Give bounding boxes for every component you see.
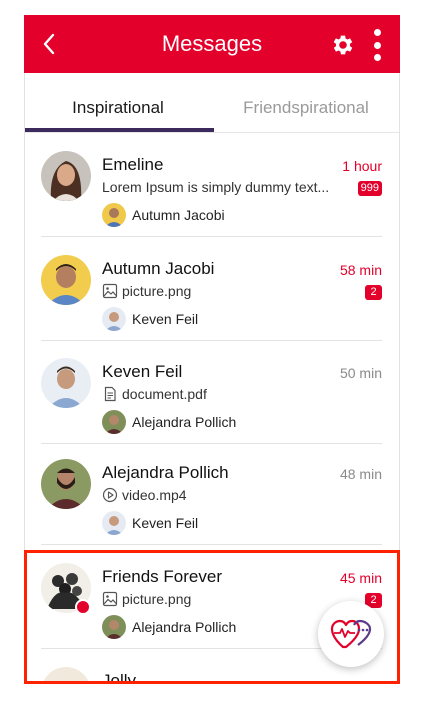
app-screen: Messages Inspirational Friendspirational…: [24, 15, 400, 683]
conversation-name: Emeline: [102, 155, 164, 174]
last-sender: Keven Feil: [102, 307, 198, 331]
conversation-name: Jolly: [102, 671, 137, 683]
last-sender: Alejandra Pollich: [102, 615, 236, 639]
preview-text: picture.png: [122, 591, 192, 607]
image-icon: [102, 283, 118, 299]
conversation-row[interactable]: Autumn Jacobi 58 min picture.png 2 Keven…: [24, 237, 400, 341]
app-bar: Messages: [24, 15, 400, 73]
avatar: [41, 151, 91, 201]
preview-text: Lorem Ipsum is simply dummy text...: [102, 179, 330, 195]
new-chat-button[interactable]: [318, 601, 384, 667]
tab-friendspirational[interactable]: Friendspirational: [212, 73, 400, 133]
last-sender: Alejandra Pollich: [102, 410, 236, 434]
conversation-name: Friends Forever: [102, 567, 222, 586]
sender-avatar: [102, 203, 126, 227]
document-icon: [104, 386, 116, 402]
more-options-button[interactable]: [369, 28, 385, 62]
tab-bar: Inspirational Friendspirational: [24, 73, 400, 133]
sender-name: Keven Feil: [132, 311, 199, 327]
message-preview: picture.png: [102, 283, 191, 299]
gear-icon: [333, 35, 353, 55]
avatar: [41, 667, 91, 683]
message-preview: document.pdf: [102, 386, 207, 402]
unread-badge: 999: [357, 181, 382, 196]
sender-name: Alejandra Pollich: [132, 414, 237, 430]
message-preview: video.mp4: [102, 487, 187, 503]
message-preview: Lorem Ipsum is simply dummy text...: [102, 179, 329, 195]
conversation-row[interactable]: Alejandra Pollich 48 min video.mp4 Keven…: [24, 441, 400, 545]
conversation-time: 45 min: [339, 570, 382, 586]
unread-badge: 2: [365, 285, 382, 300]
conversation-time: 50 min: [339, 365, 382, 381]
avatar: [41, 358, 91, 408]
sender-name: Autumn Jacobi: [132, 207, 225, 223]
conversation-name: Alejandra Pollich: [102, 463, 229, 482]
tab-indicator: [24, 128, 214, 132]
avatar: [41, 459, 91, 509]
conversation-row[interactable]: Keven Feil 50 min document.pdf Alejandra…: [24, 340, 400, 444]
sender-avatar: [102, 410, 126, 434]
preview-text: picture.png: [122, 283, 192, 299]
sender-avatar: [102, 511, 126, 535]
avatar: [41, 563, 91, 615]
conversation-time: 1 hour: [342, 158, 382, 174]
screen-edge: [399, 73, 400, 683]
last-sender: Autumn Jacobi: [102, 203, 225, 227]
sender-name: Keven Feil: [132, 515, 199, 531]
conversation-name: Keven Feil: [102, 362, 183, 381]
preview-text: video.mp4: [122, 487, 187, 503]
play-circle-icon: [102, 487, 118, 503]
conversation-time: 58 min: [339, 262, 382, 278]
screen-edge: [24, 73, 25, 683]
group-icon: [75, 599, 91, 615]
more-vertical-icon: [373, 29, 381, 36]
hearts-chat-icon: [330, 619, 372, 649]
avatar: [41, 255, 91, 305]
preview-text: document.pdf: [122, 386, 207, 402]
image-icon: [102, 591, 118, 607]
tab-inspirational[interactable]: Inspirational: [24, 73, 212, 133]
last-sender: Keven Feil: [102, 511, 198, 535]
conversation-time: 48 min: [339, 466, 382, 482]
settings-button[interactable]: [330, 32, 356, 58]
sender-name: Alejandra Pollich: [132, 619, 237, 635]
conversation-name: Autumn Jacobi: [102, 259, 215, 278]
conversation-row[interactable]: Emeline 1 hour Lorem Ipsum is simply dum…: [24, 133, 400, 237]
sender-avatar: [102, 307, 126, 331]
message-preview: picture.png: [102, 591, 191, 607]
sender-avatar: [102, 615, 126, 639]
